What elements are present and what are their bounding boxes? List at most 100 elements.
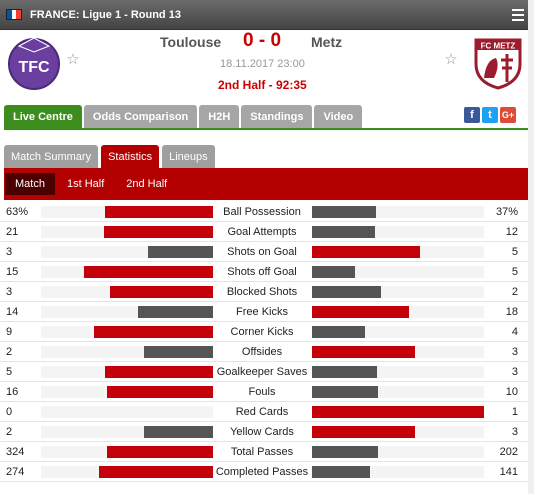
stat-home-value: 21 [6,226,19,238]
stat-away-value: 10 [505,386,518,398]
stat-away-value: 18 [505,306,518,318]
stat-home-value: 3 [6,246,13,258]
stat-home-bar-track [41,246,213,258]
stat-away-bar [312,266,355,278]
away-team-name[interactable]: Metz [311,34,342,50]
stat-row: 3 Shots on Goal 5 [0,242,534,262]
stat-home-bar-track [41,366,213,378]
stat-away-bar-track [312,346,484,358]
stat-away-bar-track [312,226,484,238]
stat-label: Offsides [241,346,283,358]
stat-away-value: 3 [511,366,518,378]
facebook-icon[interactable]: f [464,107,480,123]
stat-away-bar [312,426,415,438]
twitter-icon[interactable]: t [482,107,498,123]
tab-match-summary[interactable]: Match Summary [4,145,99,168]
stat-home-value: 9 [6,326,13,338]
tab-lineups[interactable]: Lineups [162,145,215,168]
svg-text:TFC: TFC [18,59,50,76]
stat-away-bar [312,306,409,318]
stat-away-bar-track [312,446,484,458]
stat-row: 21 Goal Attempts 12 [0,222,534,242]
stat-home-bar-track [41,386,213,398]
stat-away-value: 1 [511,406,518,418]
stat-home-bar [105,206,213,218]
menu-icon[interactable] [508,4,528,26]
stat-away-value: 2 [511,286,518,298]
stat-away-value: 202 [499,446,518,458]
stat-away-bar-track [312,326,484,338]
stat-away-bar-track [312,366,484,378]
stat-away-bar [312,226,375,238]
stat-home-bar [144,346,213,358]
stat-home-bar [94,326,213,338]
stat-home-bar-track [41,446,213,458]
stat-home-bar-track [41,326,213,338]
tab-period-2nd-half[interactable]: 2nd Half [116,173,177,195]
stat-label: Total Passes [230,446,294,458]
stat-row: 0 Red Cards 1 [0,402,534,422]
stat-home-bar [107,446,213,458]
scrollbar[interactable] [528,0,534,494]
stat-label: Goal Attempts [227,226,297,238]
stat-away-bar [312,326,365,338]
stat-home-bar [148,246,213,258]
tab-live-centre[interactable]: Live Centre [4,105,82,129]
tab-odds-comparison[interactable]: Odds Comparison [83,105,198,129]
tab-statistics[interactable]: Statistics [101,145,160,168]
tab-period-1st-half[interactable]: 1st Half [57,173,114,195]
stat-away-value: 5 [511,266,518,278]
main-tabs: Live Centre Odds Comparison H2H Standing… [4,105,363,129]
home-team-name[interactable]: Toulouse [160,34,221,50]
stat-row: 63% Ball Possession 37% [0,202,534,222]
svg-text:FC METZ: FC METZ [481,42,516,51]
stat-away-bar [312,346,415,358]
stat-away-bar-track [312,386,484,398]
stat-away-value: 5 [511,246,518,258]
stat-away-value: 12 [505,226,518,238]
away-favorite-star-icon[interactable]: ☆ [443,52,459,68]
stat-away-bar [312,246,420,258]
stat-home-value: 0 [6,406,13,418]
match-score: 0 - 0 [243,30,282,51]
stat-away-bar [312,206,376,218]
tabs-underline [4,128,530,130]
tab-h2h[interactable]: H2H [199,105,240,129]
stat-row: 15 Shots off Goal 5 [0,262,534,282]
stat-home-bar [104,226,213,238]
stat-label: Yellow Cards [230,426,294,438]
share-buttons: f t G+ [464,107,516,123]
stat-label: Shots off Goal [227,266,297,278]
stat-row: 5 Goalkeeper Saves 3 [0,362,534,382]
stat-row: 14 Free Kicks 18 [0,302,534,322]
away-team-logo[interactable]: FC METZ [470,34,526,90]
stat-row: 324 Total Passes 202 [0,442,534,462]
stat-home-bar [99,466,213,478]
match-datetime: 18.11.2017 23:00 [220,58,305,70]
home-favorite-star-icon[interactable]: ☆ [65,52,81,68]
stat-home-bar [84,266,213,278]
tab-period-match[interactable]: Match [5,173,55,195]
stat-away-bar-track [312,426,484,438]
stat-away-bar-track [312,206,484,218]
stat-away-bar-track [312,466,484,478]
stat-row: 9 Corner Kicks 4 [0,322,534,342]
stat-row: 2 Yellow Cards 3 [0,422,534,442]
googleplus-icon[interactable]: G+ [500,107,516,123]
statistics-table: 63% Ball Possession 37% 21 Goal Attempts 12 3 S… [0,202,534,482]
stat-home-bar [107,386,213,398]
tab-standings[interactable]: Standings [241,105,313,129]
stat-away-bar [312,446,378,458]
stat-home-value: 14 [6,306,19,318]
stat-label: Corner Kicks [230,326,294,338]
stat-home-bar-track [41,266,213,278]
tab-video[interactable]: Video [314,105,363,129]
home-team-logo[interactable]: TFC [6,34,62,90]
stat-away-bar-track [312,246,484,258]
stat-home-value: 2 [6,426,13,438]
stat-home-value: 324 [6,446,25,458]
stat-home-bar-track [41,226,213,238]
stat-home-value: 63% [6,206,29,218]
stat-away-bar [312,466,370,478]
stat-away-bar-track [312,286,484,298]
